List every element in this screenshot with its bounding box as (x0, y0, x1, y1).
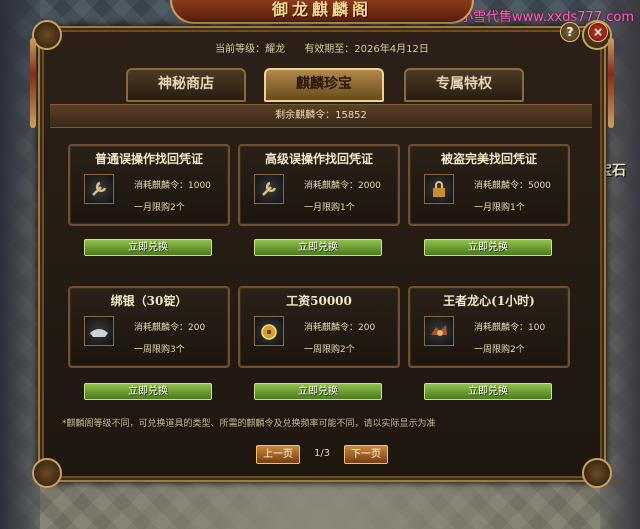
redeem-button[interactable]: 立即兑换 (84, 383, 212, 400)
item-cost: 消耗麒麟令：100 (474, 323, 546, 333)
tab-exclusive-privilege[interactable]: 专属特权 (404, 68, 524, 102)
tab-mystery-shop[interactable]: 神秘商店 (126, 68, 246, 102)
item-cost: 消耗麒麟令：2000 (304, 181, 381, 191)
lock-icon[interactable] (424, 174, 454, 204)
item-limit: 一周限购3个 (134, 345, 185, 355)
item-title: 被盗完美找回凭证 (440, 152, 537, 166)
item-limit: 一月限购1个 (304, 203, 355, 213)
wrench-icon[interactable] (84, 174, 114, 204)
close-icon: × (592, 25, 604, 39)
item-cost: 消耗麒麟令：5000 (474, 181, 551, 191)
watermark: 小雪代售www.xxds777.com (460, 10, 634, 25)
item-cost: 消耗麒麟令：200 (134, 323, 206, 333)
item-limit: 一月限购1个 (474, 203, 525, 213)
help-button[interactable]: ? (560, 22, 580, 42)
page-indicator: 1/3 (313, 448, 331, 459)
redeem-button[interactable]: 立即兑换 (424, 383, 552, 400)
corner-ornament (582, 458, 612, 488)
item-card: 绑银（30锭） 消耗麒麟令：200 一周限购3个 (68, 286, 230, 368)
item-card: 普通误操作找回凭证 消耗麒麟令：1000 一月限购2个 (68, 144, 230, 226)
redeem-button[interactable]: 立即兑换 (424, 239, 552, 256)
item-card: 高级误操作找回凭证 消耗麒麟令：2000 一月限购1个 (238, 144, 400, 226)
game-world-right (600, 0, 640, 529)
tassel-ornament (608, 38, 614, 128)
info-line: 当前等级：耀龙 有效期至：2026年4月12日 (40, 40, 604, 55)
item-card: 被盗完美找回凭证 消耗麒麟令：5000 一月限购1个 (408, 144, 570, 226)
close-button[interactable]: × (588, 22, 608, 42)
help-icon: ? (566, 25, 574, 39)
item-card: 王者龙心(1小时) 消耗麒麟令：100 一周限购2个 (408, 286, 570, 368)
item-limit: 一周限购2个 (304, 345, 355, 355)
item-card: 工资50000 消耗麒麟令：200 一周限购2个 (238, 286, 400, 368)
tab-bar: 神秘商店 麒麟珍宝 专属特权 (126, 68, 524, 102)
prev-page-button[interactable]: 上一页 (256, 445, 300, 464)
item-title: 绑银（30锭） (110, 294, 188, 308)
item-title: 高级误操作找回凭证 (264, 152, 373, 166)
item-limit: 一周限购2个 (474, 345, 525, 355)
wrench-icon[interactable] (254, 174, 284, 204)
corner-ornament (32, 458, 62, 488)
next-page-button[interactable]: 下一页 (344, 445, 388, 464)
item-title: 王者龙心(1小时) (443, 294, 535, 308)
banner-title: 御龙麒麟阁 (271, 0, 372, 19)
valid-until: 有效期至：2026年4月12日 (304, 44, 429, 55)
qilin-pavilion-window: ? × 当前等级：耀龙 有效期至：2026年4月12日 神秘商店 麒麟珍宝 专属… (30, 20, 614, 488)
footnote: *麒麟阁等级不同，可兑换道具的类型、所需的麒麟令及兑换频率可能不同，请以实际显示… (62, 419, 436, 429)
item-cost: 消耗麒麟令：200 (304, 323, 376, 333)
redeem-button[interactable]: 立即兑换 (254, 383, 382, 400)
redeem-button[interactable]: 立即兑换 (254, 239, 382, 256)
tassel-ornament (30, 38, 36, 128)
dragon-heart-icon[interactable] (424, 316, 454, 346)
item-title: 普通误操作找回凭证 (94, 152, 203, 166)
redeem-button[interactable]: 立即兑换 (84, 239, 212, 256)
item-title: 工资50000 (286, 294, 352, 308)
remaining-tokens: 剩余麒麟令：15852 (50, 104, 592, 128)
item-cost: 消耗麒麟令：1000 (134, 181, 211, 191)
gold-coin-icon[interactable] (254, 316, 284, 346)
current-level: 当前等级：耀龙 (215, 44, 286, 55)
top-banner: 御龙麒麟阁 (170, 0, 474, 24)
silver-ingot-icon[interactable] (84, 316, 114, 346)
tab-qilin-treasure[interactable]: 麒麟珍宝 (264, 68, 384, 102)
item-limit: 一月限购2个 (134, 203, 185, 213)
